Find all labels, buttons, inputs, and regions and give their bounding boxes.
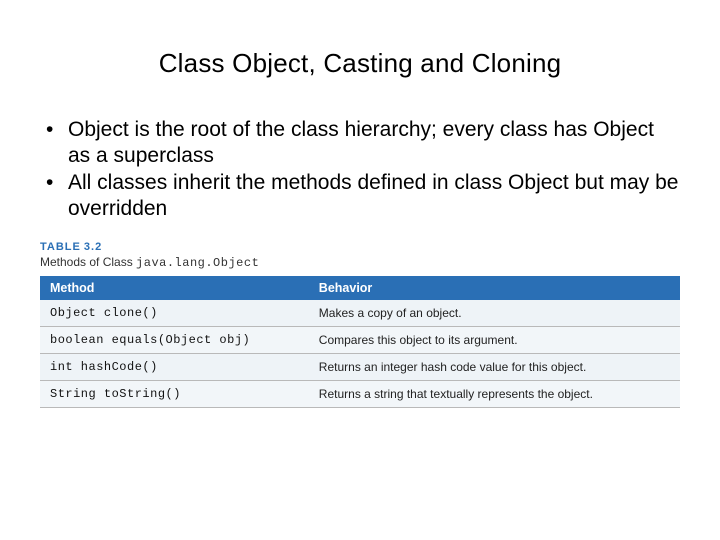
table-row: boolean equals(Object obj) Compares this…: [40, 327, 680, 354]
slide-title: Class Object, Casting and Cloning: [0, 48, 720, 79]
table-header-method: Method: [40, 276, 309, 300]
cell-method: boolean equals(Object obj): [40, 327, 309, 354]
cell-behavior: Makes a copy of an object.: [309, 300, 680, 327]
table-row: int hashCode() Returns an integer hash c…: [40, 354, 680, 381]
cell-behavior: Returns a string that textually represen…: [309, 381, 680, 408]
table-block: TABLE 3.2 Methods of Class java.lang.Obj…: [40, 241, 680, 408]
table-subcaption: Methods of Class java.lang.Object: [40, 255, 680, 270]
table-row: String toString() Returns a string that …: [40, 381, 680, 408]
cell-method: Object clone(): [40, 300, 309, 327]
table-caption-prefix: Methods of Class: [40, 255, 136, 269]
table-header-behavior: Behavior: [309, 276, 680, 300]
cell-method: String toString(): [40, 381, 309, 408]
cell-method: int hashCode(): [40, 354, 309, 381]
table-header-row: Method Behavior: [40, 276, 680, 300]
table-caption-code: java.lang.Object: [136, 256, 259, 270]
methods-table: Method Behavior Object clone() Makes a c…: [40, 276, 680, 408]
table-label: TABLE: [40, 241, 81, 253]
table-caption-line: TABLE 3.2: [40, 241, 680, 253]
cell-behavior: Compares this object to its argument.: [309, 327, 680, 354]
bullet-item: Object is the root of the class hierarch…: [40, 117, 680, 168]
table-number: 3.2: [84, 241, 102, 253]
bullet-item: All classes inherit the methods defined …: [40, 170, 680, 221]
table-row: Object clone() Makes a copy of an object…: [40, 300, 680, 327]
bullet-list: Object is the root of the class hierarch…: [40, 117, 680, 221]
slide: Class Object, Casting and Cloning Object…: [0, 48, 720, 540]
cell-behavior: Returns an integer hash code value for t…: [309, 354, 680, 381]
